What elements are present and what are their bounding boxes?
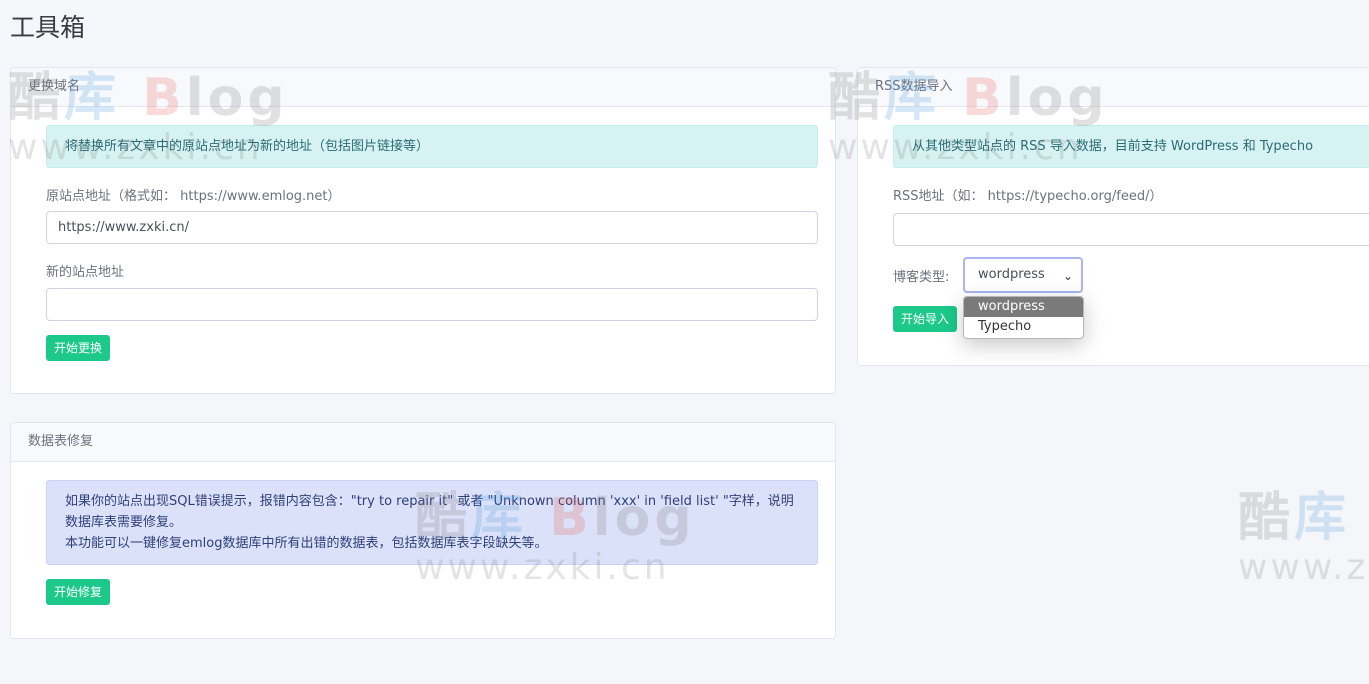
blog-type-dropdown: wordpress Typecho — [963, 296, 1084, 339]
domain-card-header: 更换域名 — [11, 68, 835, 107]
repair-alert-line-3: 本功能可以一键修复emlog数据库中所有出错的数据表，包括数据库表字段缺失等。 — [65, 536, 548, 551]
repair-alert-line-2: 数据库表需要修复。 — [65, 515, 183, 530]
start-import-button[interactable]: 开始导入 — [893, 306, 958, 332]
repair-info-alert: 如果你的站点出现SQL错误提示，报错内容包含："try to repair it… — [46, 480, 818, 565]
rss-card-body: 从其他类型站点的 RSS 导入数据，目前支持 WordPress 和 Typec… — [893, 125, 1369, 246]
option-wordpress[interactable]: wordpress — [964, 297, 1083, 317]
rss-url-input[interactable] — [893, 213, 1369, 246]
watermark-bottom-right: 酷库 www.z — [1238, 488, 1369, 588]
option-typecho[interactable]: Typecho — [964, 317, 1083, 337]
domain-card-body: 将替换所有文章中的原站点地址为新的地址（包括图片链接等） 原站点地址（格式如： … — [46, 125, 818, 361]
domain-info-alert: 将替换所有文章中的原站点地址为新的地址（包括图片链接等） — [46, 125, 818, 168]
table-repair-card: 数据表修复 如果你的站点出现SQL错误提示，报错内容包含："try to rep… — [10, 422, 836, 639]
repair-card-body: 如果你的站点出现SQL错误提示，报错内容包含："try to repair it… — [46, 480, 818, 605]
blog-type-select[interactable]: wordpress ⌄ — [963, 257, 1083, 293]
old-site-label: 原站点地址（格式如： https://www.emlog.net） — [46, 189, 341, 204]
repair-card-header: 数据表修复 — [11, 423, 835, 462]
repair-alert-line-1: 如果你的站点出现SQL错误提示，报错内容包含："try to repair it… — [65, 494, 794, 509]
start-repair-button[interactable]: 开始修复 — [46, 579, 111, 605]
old-site-input[interactable]: https://www.zxki.cn/ — [46, 211, 818, 244]
rss-url-label: RSS地址（如： https://typecho.org/feed/） — [893, 189, 1163, 204]
chevron-down-icon: ⌄ — [1062, 269, 1073, 283]
new-site-label: 新的站点地址 — [46, 265, 125, 280]
new-site-input[interactable] — [46, 288, 818, 321]
rss-info-alert: 从其他类型站点的 RSS 导入数据，目前支持 WordPress 和 Typec… — [893, 125, 1369, 168]
start-replace-button[interactable]: 开始更换 — [46, 335, 111, 361]
blog-type-label: 博客类型: — [893, 270, 950, 285]
blog-type-selected-value: wordpress — [978, 267, 1045, 282]
page-title: 工具箱 — [10, 13, 86, 42]
domain-replace-card: 更换域名 将替换所有文章中的原站点地址为新的地址（包括图片链接等） 原站点地址（… — [10, 67, 836, 394]
rss-card-header: RSS数据导入 — [858, 68, 1369, 107]
